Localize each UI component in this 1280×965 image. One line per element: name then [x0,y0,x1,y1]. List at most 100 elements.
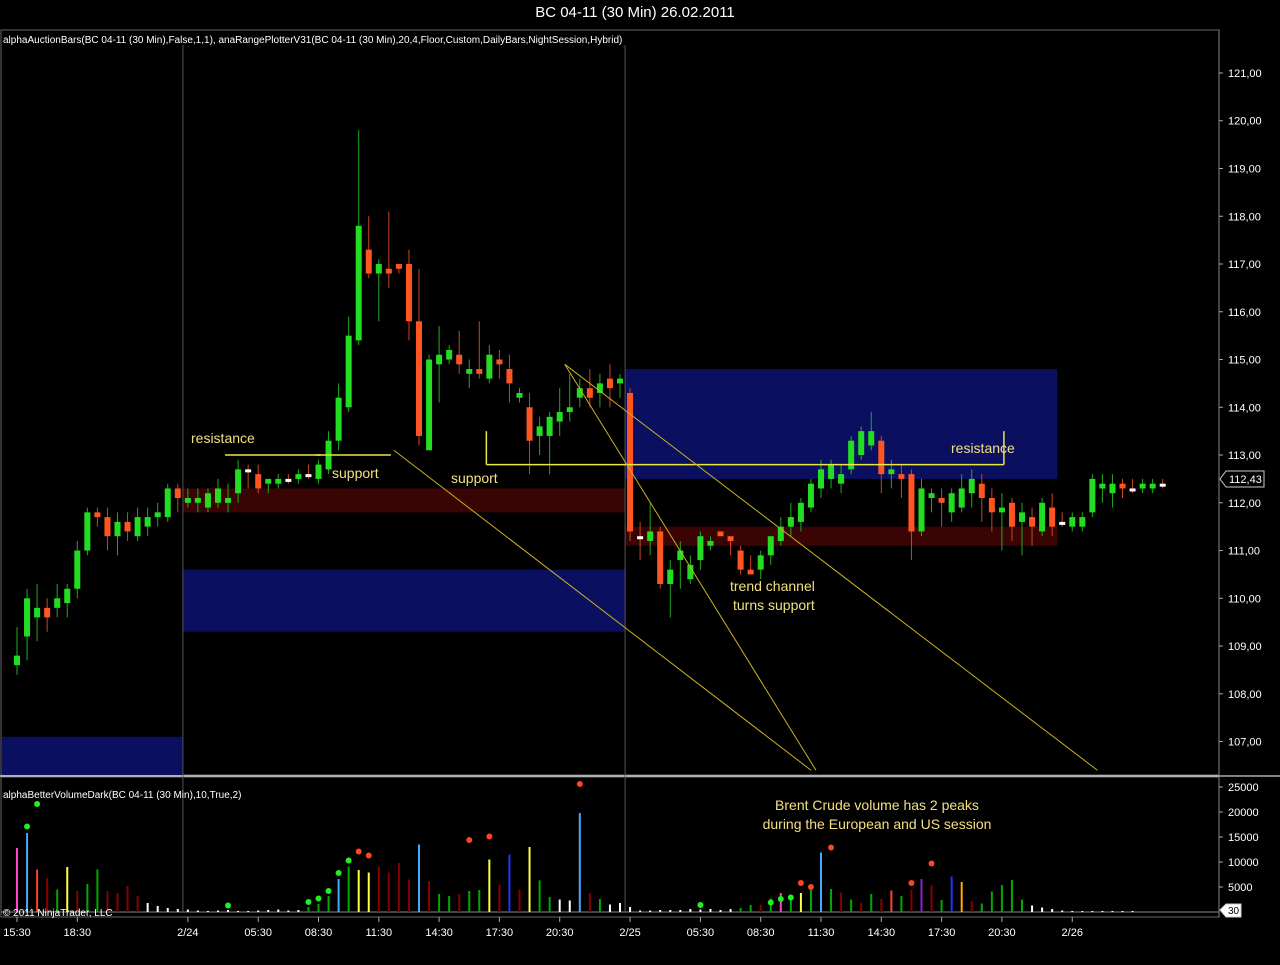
candle-body [727,536,734,541]
candle [747,555,754,575]
candle-body [657,531,664,584]
candle-body [124,521,131,532]
time-tick-label: 08:30 [305,927,333,939]
candle-body [245,469,252,473]
time-tick-label: 18:30 [64,927,92,939]
candle-body [134,517,141,537]
range-box-red [625,526,1058,546]
candle-body [295,474,302,479]
candle [687,555,694,584]
candle [24,588,31,661]
candle-body [184,498,191,503]
volume-climax-dot [787,894,794,901]
volume-climax-dot [797,880,804,886]
candle-body [225,498,232,503]
annotation-support-2: support [451,470,498,486]
candle-body [757,555,764,570]
candle-body [858,431,865,456]
price-tick-label: 117,00 [1228,259,1261,271]
time-tick-label: 14:30 [425,927,453,939]
time-tick-label: 08:30 [747,927,775,939]
volume-tick-label: 25000 [1228,782,1259,794]
candle-body [958,488,965,508]
candle [365,216,372,279]
price-tick-label: 116,00 [1228,307,1261,319]
volume-climax-dot [305,899,312,905]
candle [164,483,171,522]
candle [1039,498,1046,537]
candle-body [807,483,814,508]
candle-body [174,488,181,499]
candle [174,483,181,513]
candle-body [14,655,20,666]
candle-body [1099,483,1106,489]
time-tick-label: 11:30 [365,927,392,939]
candle-body [506,369,513,384]
candle [14,626,20,675]
candle [325,431,332,475]
candle-body [204,493,211,508]
candle-body [948,493,955,513]
price-tick-label: 111,00 [1228,546,1260,558]
time-tick-label: 2/25 [619,927,640,939]
candle [486,345,493,384]
candle [807,478,814,513]
candle-body [446,349,453,360]
candle [848,435,855,475]
candle [657,526,664,589]
range-box-blue [625,369,1058,479]
candle [556,388,563,436]
candle [908,469,915,561]
candle-body [34,607,41,618]
candle [134,507,141,541]
candle-body [988,498,995,513]
candle-body [215,488,221,503]
candle-body [888,469,895,475]
candle-body [978,483,985,499]
candle [315,459,322,484]
candle [54,583,61,618]
candle-body [375,264,382,274]
candle-body [1008,502,1015,527]
time-tick-label: 17:30 [486,927,514,939]
candle [536,416,543,456]
price-volume-chart: 121,00 120,00 119,00 118,00 117,00 116,00 115,… [0,29,1280,939]
time-tick-label: 2/26 [1062,927,1083,939]
candle-body [1039,502,1046,532]
candle-body [868,431,875,446]
candle-body [918,488,925,532]
candle [506,354,513,403]
candle [1099,474,1106,503]
candle [104,507,111,551]
price-tick-label: 119,00 [1228,163,1261,175]
candle-body [1049,507,1056,527]
candle-body [1159,483,1166,487]
candle-body [496,359,503,365]
candle [978,474,985,522]
time-tick-label: 20:30 [988,927,1016,939]
candle-body [164,488,171,518]
candle [426,354,433,451]
candle-body [1139,483,1146,489]
candle-body [908,474,915,532]
price-tick-label: 115,00 [1228,355,1261,367]
candle [416,268,422,446]
candle-body [84,512,91,551]
candle-body [606,378,613,389]
price-tick-label: 113,00 [1228,450,1261,462]
volume-climax-dot [24,823,31,830]
candle [717,531,724,537]
candle-body [395,264,402,269]
candle-body [235,469,242,494]
candle [385,211,392,288]
candle-body [275,478,282,484]
volume-climax-dot [908,880,915,886]
candle-body [44,607,51,618]
candle-body [1109,483,1116,494]
candle-body [787,517,794,527]
volume-axis-marker-label: 30 [1228,906,1240,917]
time-tick-label: 15:30 [3,927,31,939]
candle-body [1149,483,1156,489]
range-box-red [182,488,626,513]
candle-body [526,407,533,441]
